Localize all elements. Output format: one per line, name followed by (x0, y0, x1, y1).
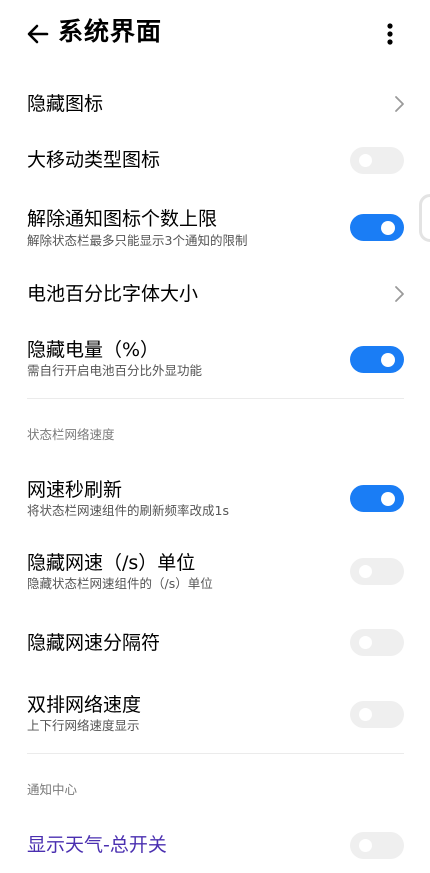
toggle-large-mobile-icon[interactable] (350, 147, 404, 174)
toggle-weather-master-switch[interactable] (350, 832, 404, 859)
row-hide-icons[interactable]: 隐藏图标 (0, 82, 430, 126)
divider (27, 753, 404, 754)
row-title: 显示天气-总开关 (27, 834, 167, 856)
row-title: 解除通知图标个数上限 (27, 208, 218, 230)
top-app-bar: 系统界面 (0, 0, 430, 64)
row-hide-speed-separator[interactable]: 隐藏网速分隔符 (0, 622, 430, 666)
row-battery-percent-font-size[interactable]: 电池百分比字体大小 (0, 272, 430, 316)
row-subtitle: 隐藏状态栏网速组件的（/s）单位 (27, 576, 213, 591)
row-subtitle: 上下行网络速度显示 (27, 718, 140, 733)
toggle-remove-notification-limit[interactable] (350, 214, 404, 241)
section-header-notification-center: 通知中心 (27, 782, 78, 797)
page-title: 系统界面 (58, 17, 163, 46)
row-title: 电池百分比字体大小 (27, 283, 199, 305)
row-hide-battery-level[interactable]: 隐藏电量（%） 需自行开启电池百分比外显功能 (0, 330, 430, 386)
row-title: 隐藏电量（%） (27, 339, 160, 361)
row-title: 双排网络速度 (27, 694, 142, 716)
row-title: 网速秒刷新 (27, 479, 123, 501)
row-remove-notification-limit[interactable]: 解除通知图标个数上限 解除状态栏最多只能显示3个通知的限制 (0, 200, 430, 256)
chevron-right-icon (395, 96, 404, 112)
edge-gesture-handle[interactable] (419, 194, 430, 242)
row-title: 隐藏网速分隔符 (27, 632, 161, 654)
row-hide-speed-unit[interactable]: 隐藏网速（/s）单位 隐藏状态栏网速组件的（/s）单位 (0, 543, 430, 599)
row-subtitle: 解除状态栏最多只能显示3个通知的限制 (27, 233, 248, 248)
row-title: 隐藏网速（/s）单位 (27, 552, 196, 574)
row-title: 隐藏图标 (27, 93, 104, 115)
chevron-right-icon (395, 286, 404, 302)
row-speed-refresh-1s[interactable]: 网速秒刷新 将状态栏网速组件的刷新频率改成1s (0, 470, 430, 526)
row-subtitle: 需自行开启电池百分比外显功能 (27, 363, 203, 378)
row-weather-master-switch[interactable]: 显示天气-总开关 (0, 824, 430, 868)
toggle-hide-speed-unit[interactable] (350, 558, 404, 585)
row-title: 大移动类型图标 (27, 149, 161, 171)
row-large-mobile-icon[interactable]: 大移动类型图标 (0, 140, 430, 184)
toggle-speed-refresh-1s[interactable] (350, 485, 404, 512)
row-subtitle: 将状态栏网速组件的刷新频率改成1s (27, 503, 229, 518)
section-header-statusbar-speed: 状态栏网络速度 (27, 427, 115, 442)
divider (27, 398, 404, 399)
row-dual-line-speed[interactable]: 双排网络速度 上下行网络速度显示 (0, 686, 430, 742)
more-vertical-icon[interactable] (376, 20, 404, 48)
toggle-dual-line-speed[interactable] (350, 701, 404, 728)
toggle-hide-battery-level[interactable] (350, 346, 404, 373)
arrow-left-icon[interactable] (24, 20, 52, 48)
toggle-hide-speed-separator[interactable] (350, 629, 404, 656)
